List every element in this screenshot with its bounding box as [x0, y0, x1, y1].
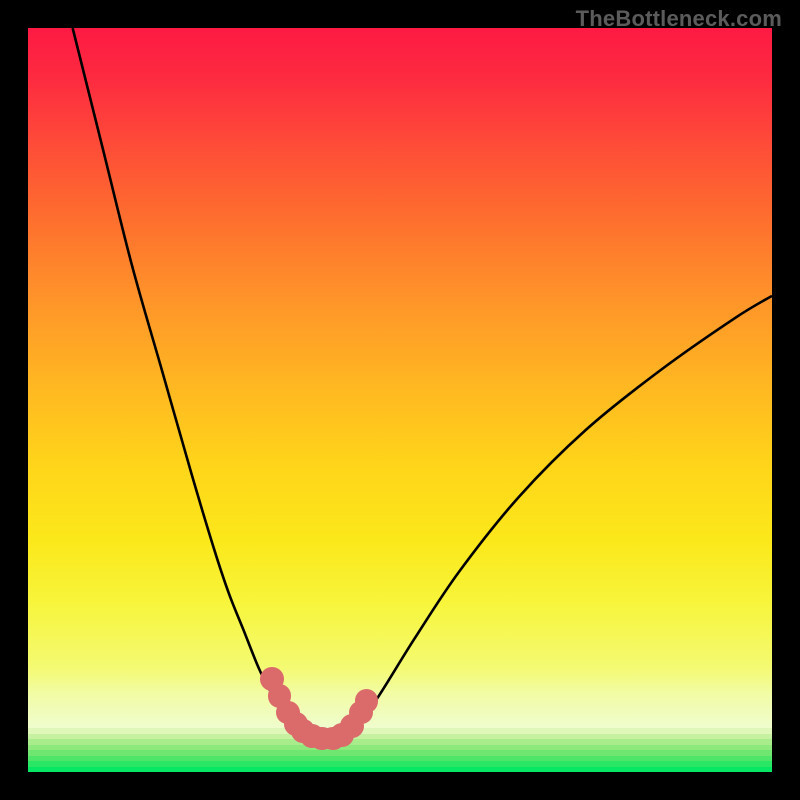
- left-branch-curve: [73, 28, 311, 739]
- right-branch-curve: [340, 296, 772, 739]
- chart-container: TheBottleneck.com: [0, 0, 800, 800]
- plot-area: [28, 28, 772, 772]
- curve-layer: [28, 28, 772, 772]
